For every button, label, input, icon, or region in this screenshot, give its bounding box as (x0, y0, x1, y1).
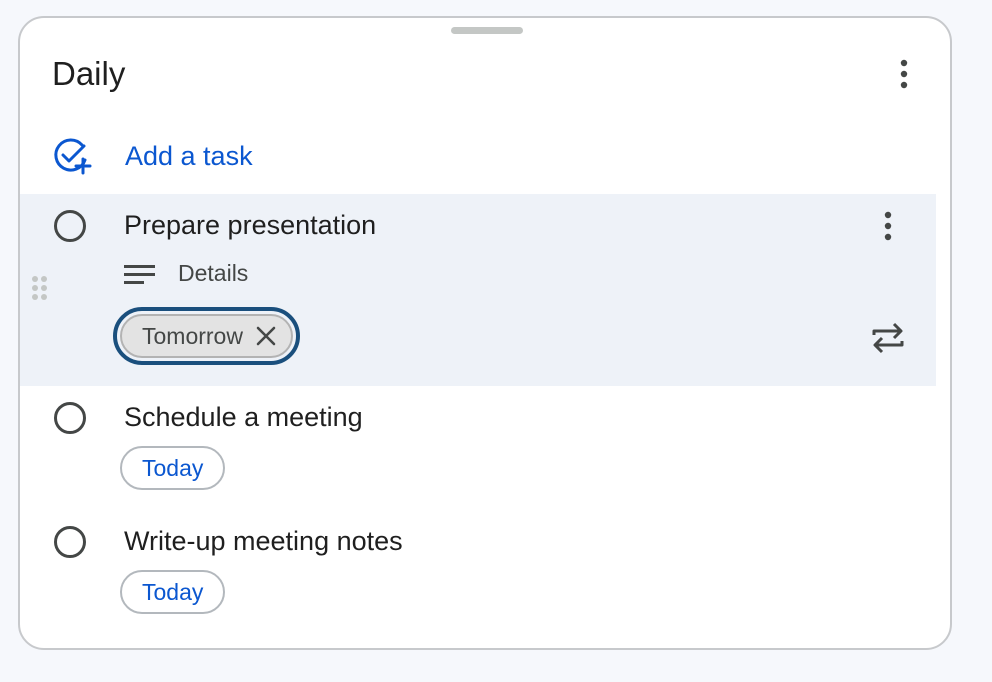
more-vert-icon (884, 211, 892, 241)
date-chip-label: Today (142, 578, 204, 605)
close-icon[interactable] (255, 325, 277, 347)
panel-drag-handle[interactable] (451, 27, 523, 34)
date-chip-today[interactable]: Today (120, 570, 226, 614)
date-chip-tomorrow[interactable]: Tomorrow (120, 314, 293, 358)
repeat-icon (872, 322, 904, 354)
list-title: Daily (52, 55, 126, 92)
task-complete-checkbox[interactable] (54, 402, 86, 434)
add-task-icon (52, 136, 92, 176)
task-title[interactable]: Prepare presentation (124, 208, 376, 242)
date-chip-label: Tomorrow (142, 322, 243, 349)
repeat-button[interactable] (868, 318, 908, 358)
date-chip-focus-ring: Tomorrow (113, 307, 300, 365)
date-chip-label: Today (142, 454, 204, 481)
tasks-panel: Daily Add a task Prepare presentation De… (18, 16, 952, 650)
task-row-prepare-presentation[interactable]: Prepare presentation Details Tomorrow (20, 194, 936, 386)
task-title[interactable]: Write-up meeting notes (124, 524, 403, 558)
task-title[interactable]: Schedule a meeting (124, 400, 363, 434)
task-row-write-up-notes[interactable]: Write-up meeting notes Today (20, 510, 936, 634)
task-complete-checkbox[interactable] (54, 526, 86, 558)
details-label: Details (178, 260, 249, 286)
notes-icon (124, 264, 155, 284)
more-vert-icon (900, 59, 908, 89)
date-chip-today[interactable]: Today (120, 446, 226, 490)
task-details-field[interactable]: Details (124, 260, 248, 287)
task-row-schedule-meeting[interactable]: Schedule a meeting Today (20, 386, 936, 510)
drag-indicator-icon[interactable] (30, 274, 50, 304)
task-complete-checkbox[interactable] (54, 210, 86, 242)
add-task-button[interactable]: Add a task (52, 134, 253, 178)
list-options-button[interactable] (884, 54, 924, 94)
add-task-label: Add a task (125, 140, 253, 171)
task-options-button[interactable] (868, 206, 908, 246)
